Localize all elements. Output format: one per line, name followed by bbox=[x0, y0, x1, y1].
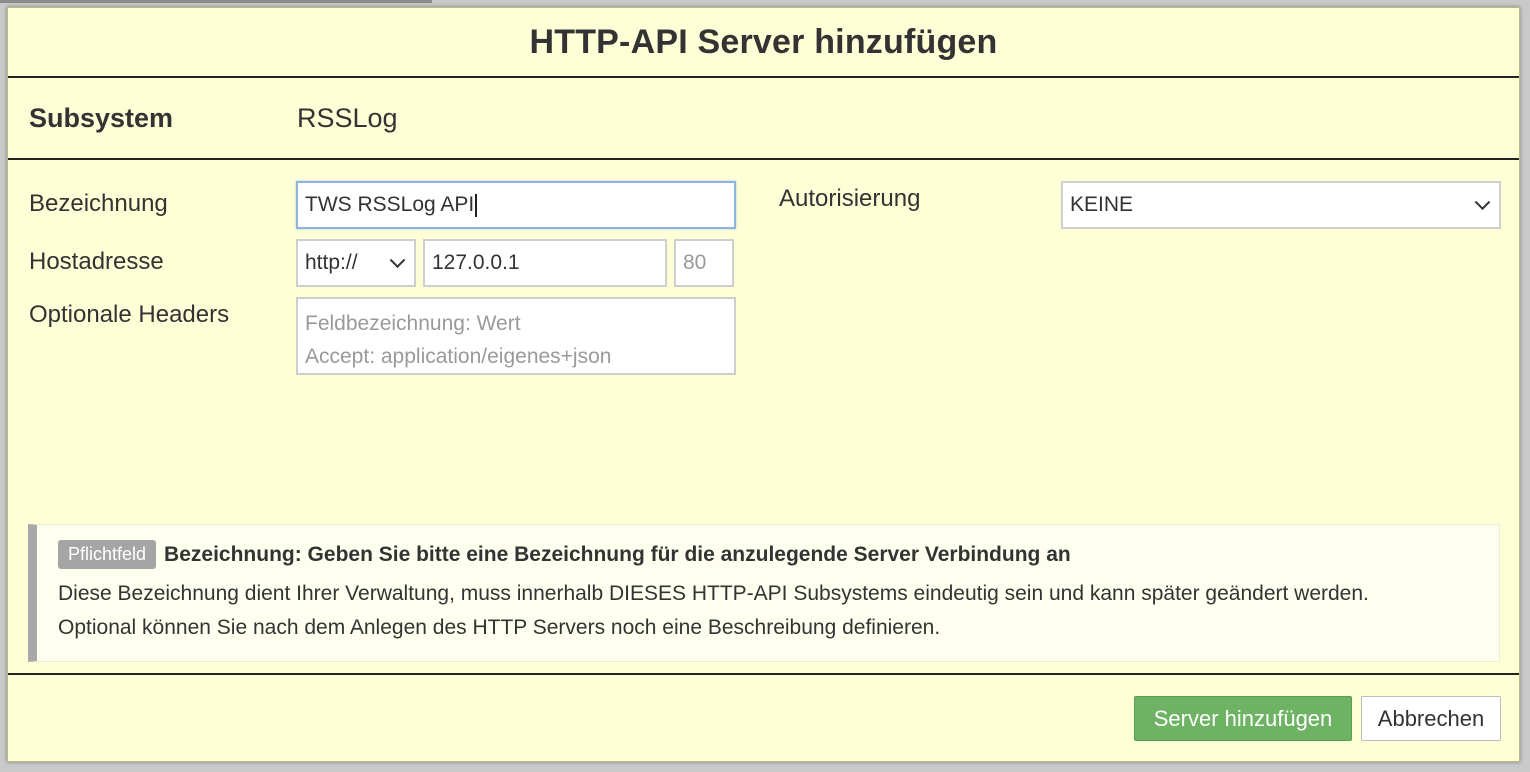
help-callout: Pflichtfeld Bezeichnung: Geben Sie bitte… bbox=[28, 524, 1500, 662]
dialog-footer: Server hinzufügen Abbrechen bbox=[8, 673, 1519, 761]
host-address-value: 127.0.0.1 bbox=[432, 251, 520, 274]
chevron-down-icon bbox=[1474, 194, 1491, 211]
name-input[interactable]: TWS RSSLog API bbox=[296, 181, 736, 229]
help-callout-line2: Optional können Sie nach dem Anlegen des… bbox=[58, 616, 941, 639]
subsystem-row: Subsystem RSSLog bbox=[8, 78, 1519, 160]
cancel-button[interactable]: Abbrechen bbox=[1361, 696, 1501, 741]
subsystem-label: Subsystem bbox=[29, 102, 174, 133]
auth-select[interactable]: KEINE bbox=[1061, 181, 1501, 229]
headers-label: Optionale Headers bbox=[29, 301, 230, 328]
port-placeholder: 80 bbox=[683, 251, 707, 274]
form-area: Bezeichnung TWS RSSLog API Autorisierung… bbox=[8, 160, 1519, 675]
chevron-down-icon bbox=[389, 252, 406, 269]
headers-textarea[interactable]: Feldbezeichnung: Wert Accept: applicatio… bbox=[296, 297, 736, 375]
protocol-select[interactable]: http:// bbox=[296, 239, 416, 287]
add-server-button[interactable]: Server hinzufügen bbox=[1134, 696, 1352, 741]
required-badge: Pflichtfeld bbox=[58, 540, 157, 569]
dialog-header: HTTP-API Server hinzufügen bbox=[8, 8, 1519, 78]
help-callout-header: Pflichtfeld Bezeichnung: Geben Sie bitte… bbox=[58, 540, 1479, 569]
help-callout-line1: Diese Bezeichnung dient Ihrer Verwaltung… bbox=[58, 582, 1369, 605]
name-input-value: TWS RSSLog API bbox=[305, 193, 475, 216]
backdrop-edge bbox=[0, 0, 432, 3]
protocol-select-value: http:// bbox=[305, 251, 358, 274]
headers-placeholder-line1: Feldbezeichnung: Wert bbox=[305, 312, 521, 335]
auth-label: Autorisierung bbox=[779, 185, 921, 212]
help-callout-text: Diese Bezeichnung dient Ihrer Verwaltung… bbox=[58, 577, 1479, 645]
add-server-dialog: HTTP-API Server hinzufügen Subsystem RSS… bbox=[7, 7, 1520, 762]
headers-placeholder-line2: Accept: application/eigenes+json bbox=[305, 345, 612, 368]
help-callout-title: Bezeichnung: Geben Sie bitte eine Bezeic… bbox=[164, 542, 1071, 566]
subsystem-value: RSSLog bbox=[297, 102, 398, 133]
host-label: Hostadresse bbox=[29, 248, 164, 275]
auth-select-value: KEINE bbox=[1070, 193, 1134, 216]
port-input[interactable]: 80 bbox=[674, 239, 734, 287]
name-label: Bezeichnung bbox=[29, 190, 168, 217]
text-caret bbox=[475, 193, 478, 217]
dialog-title: HTTP-API Server hinzufügen bbox=[529, 22, 998, 61]
host-address-input[interactable]: 127.0.0.1 bbox=[423, 239, 667, 287]
